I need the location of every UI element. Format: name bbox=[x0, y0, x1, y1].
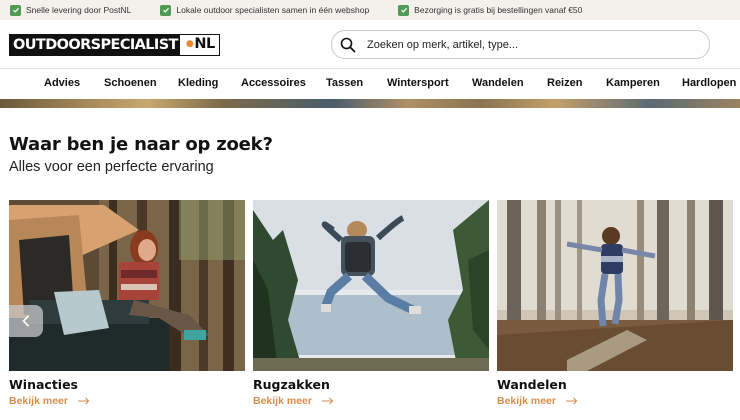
card-link[interactable]: Bekijk meer bbox=[9, 395, 245, 407]
logo-suffix: NL bbox=[194, 36, 215, 52]
usp-text: Bezorging is gratis bij bestellingen van… bbox=[414, 5, 583, 15]
site-logo[interactable]: OUTDOORSPECIALIST ●NL bbox=[9, 34, 220, 56]
nav-item-wintersport[interactable]: Wintersport bbox=[387, 77, 449, 89]
card-link-label[interactable]: Bekijk meer bbox=[497, 395, 556, 407]
card-link-label[interactable]: Bekijk meer bbox=[9, 395, 68, 407]
search-bar[interactable] bbox=[331, 30, 710, 59]
nav-item-schoenen[interactable]: Schoenen bbox=[104, 77, 157, 89]
wandelen-image[interactable] bbox=[497, 200, 733, 371]
arrow-right-icon bbox=[321, 397, 334, 405]
usp-item: Bezorging is gratis bij bestellingen van… bbox=[398, 4, 583, 16]
category-card-wandelen[interactable]: Wandelen Bekijk meer bbox=[497, 200, 733, 407]
check-icon bbox=[10, 4, 21, 16]
hero-banner-edge bbox=[0, 99, 740, 108]
arrow-right-icon bbox=[565, 397, 578, 405]
logo-main-text: OUTDOORSPECIALIST bbox=[9, 34, 180, 56]
main-nav: Advies Schoenen Kleding Accessoires Tass… bbox=[0, 68, 740, 99]
nav-item-kleding[interactable]: Kleding bbox=[178, 77, 218, 89]
arrow-right-icon bbox=[77, 397, 90, 405]
nav-item-advies[interactable]: Advies bbox=[44, 77, 80, 89]
usp-item: Lokale outdoor specialisten samen in één… bbox=[160, 4, 370, 16]
card-link[interactable]: Bekijk meer bbox=[253, 395, 489, 407]
section-title: Waar ben je naar op zoek? bbox=[9, 134, 273, 155]
search-icon[interactable] bbox=[340, 37, 356, 53]
section-subtitle: Alles voor een perfecte ervaring bbox=[9, 159, 214, 175]
site-header: OUTDOORSPECIALIST ●NL bbox=[0, 20, 740, 68]
card-title[interactable]: Winacties bbox=[9, 377, 245, 392]
nav-item-reizen[interactable]: Reizen bbox=[547, 77, 582, 89]
usp-bar: Snelle levering door PostNL Lokale outdo… bbox=[0, 0, 740, 20]
nav-item-tassen[interactable]: Tassen bbox=[326, 77, 363, 89]
search-input[interactable] bbox=[367, 38, 687, 51]
winacties-image[interactable] bbox=[9, 200, 245, 371]
nav-item-hardlopen[interactable]: Hardlopen bbox=[682, 77, 736, 89]
rugzakken-image[interactable] bbox=[253, 200, 489, 371]
usp-text: Lokale outdoor specialisten samen in één… bbox=[176, 5, 370, 15]
check-icon bbox=[160, 4, 172, 16]
card-title[interactable]: Wandelen bbox=[497, 377, 733, 392]
carousel-prev-button[interactable] bbox=[9, 305, 43, 337]
card-link[interactable]: Bekijk meer bbox=[497, 395, 733, 407]
nav-item-kamperen[interactable]: Kamperen bbox=[606, 77, 660, 89]
nav-item-accessoires[interactable]: Accessoires bbox=[241, 77, 306, 89]
logo-suffix-text: ●NL bbox=[179, 34, 220, 56]
check-icon bbox=[398, 4, 410, 16]
category-card-winacties[interactable]: Winacties Bekijk meer bbox=[9, 200, 245, 407]
usp-item: Snelle levering door PostNL bbox=[10, 4, 132, 16]
nav-item-wandelen[interactable]: Wandelen bbox=[472, 77, 524, 89]
card-link-label[interactable]: Bekijk meer bbox=[253, 395, 312, 407]
usp-text: Snelle levering door PostNL bbox=[26, 5, 132, 15]
card-title[interactable]: Rugzakken bbox=[253, 377, 489, 392]
category-card-rugzakken[interactable]: Rugzakken Bekijk meer bbox=[253, 200, 489, 407]
chevron-left-icon bbox=[22, 315, 30, 327]
